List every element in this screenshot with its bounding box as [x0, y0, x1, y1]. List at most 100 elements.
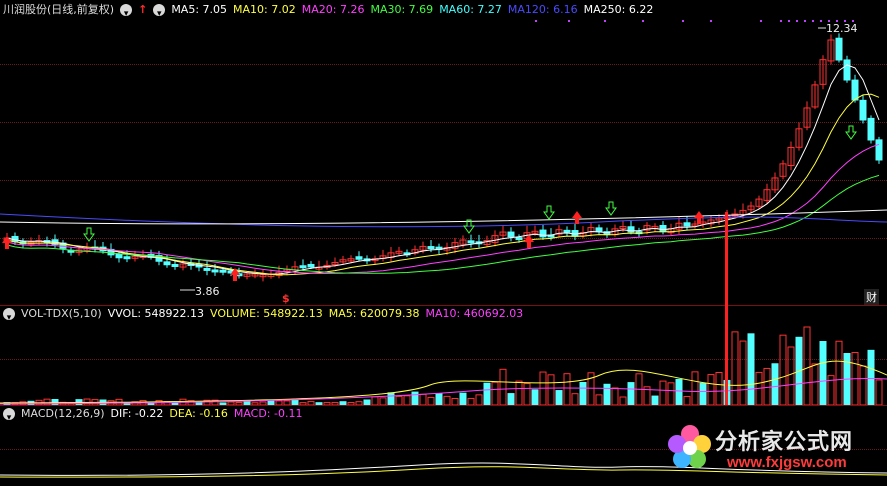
- volume-bar: [459, 392, 467, 405]
- signal-dot: [760, 20, 762, 22]
- volume-bar: [859, 365, 867, 405]
- sell-arrow-icon: [605, 201, 617, 216]
- volume-bar: [731, 331, 739, 405]
- candle-body: [507, 231, 515, 238]
- volume-chart[interactable]: [0, 305, 887, 405]
- sell-arrow-icon: [543, 205, 555, 220]
- signal-dot: [788, 20, 790, 22]
- candle-body: [659, 224, 667, 233]
- volume-bar: [515, 380, 523, 405]
- signal-dot: [820, 20, 822, 22]
- candle-body: [595, 227, 603, 233]
- volume-bar: [507, 393, 515, 405]
- volume-bar: [619, 396, 627, 405]
- macd-panel[interactable]: ▾ MACD(12,26,9) DIF: -0.22 DEA: -0.16 MA…: [0, 405, 887, 486]
- candle-body: [563, 229, 571, 233]
- volume-bar: [787, 346, 795, 405]
- volume-bar: [523, 383, 531, 405]
- volume-bar: [531, 389, 539, 405]
- candle-body: [307, 263, 315, 268]
- volume-bar: [779, 334, 787, 405]
- volume-bar: [579, 381, 587, 405]
- candle-body: [115, 253, 123, 259]
- high-price-label: 12.34: [826, 22, 858, 35]
- volume-bar: [739, 340, 747, 405]
- volume-bar: [499, 368, 507, 405]
- volume-bar: [547, 374, 555, 405]
- volume-bar: [411, 391, 419, 405]
- buy-arrow-icon: [572, 211, 582, 224]
- candle-body: [851, 79, 859, 101]
- signal-dot: [682, 20, 684, 22]
- signal-dot: [710, 20, 712, 22]
- volume-bar: [387, 392, 395, 405]
- volume-bar: [395, 395, 403, 405]
- volume-bar: [835, 340, 843, 405]
- candle-body: [203, 267, 211, 271]
- candlestick-chart[interactable]: [0, 0, 887, 305]
- candle-body: [875, 139, 883, 161]
- candle-body: [515, 237, 523, 241]
- candle-body: [539, 229, 547, 238]
- volume-bar: [475, 394, 483, 405]
- flower-logo-icon: [668, 425, 711, 468]
- price-panel[interactable]: 川润股份(日线,前复权) ▾ ↑ ▾ MA5: 7.05 MA10: 7.02 …: [0, 0, 887, 305]
- candle-body: [859, 99, 867, 121]
- candle-body: [171, 263, 179, 267]
- volume-bar: [571, 393, 579, 405]
- sell-arrow-icon: [83, 227, 95, 242]
- candle-body: [123, 256, 131, 260]
- candle-body: [683, 222, 691, 227]
- sell-arrow-icon: [845, 125, 857, 140]
- buy-arrow-icon: [524, 235, 534, 248]
- volume-bar: [811, 363, 819, 405]
- candle-body: [427, 246, 435, 250]
- watermark-name: 分析家公式网: [715, 430, 854, 455]
- volume-bar: [771, 363, 779, 405]
- volume-bar: [683, 395, 691, 405]
- signal-dot: [780, 20, 782, 22]
- watermark-url: www.fxjgsw.com: [727, 454, 847, 471]
- signal-dot: [604, 20, 606, 22]
- candle-body: [467, 240, 475, 244]
- volume-bar: [715, 371, 723, 405]
- ma5-line: [6, 64, 880, 275]
- volume-bar: [419, 393, 427, 405]
- signal-dot: [796, 20, 798, 22]
- candle-body: [835, 37, 843, 61]
- volume-bar: [611, 387, 619, 405]
- volume-bar: [699, 382, 707, 405]
- volume-bar: [491, 381, 499, 405]
- volume-bar: [555, 390, 563, 405]
- volume-bar: [427, 396, 435, 405]
- volume-bar: [371, 396, 379, 405]
- volume-bar: [563, 373, 571, 405]
- volume-panel[interactable]: ▾ VOL-TDX(5,10) VVOL: 548922.13 VOLUME: …: [0, 305, 887, 405]
- volume-bar: [747, 333, 755, 405]
- signal-dot: [804, 20, 806, 22]
- volume-bar: [707, 374, 715, 405]
- finance-mark[interactable]: 财: [864, 289, 879, 305]
- volume-bar: [435, 393, 443, 405]
- volume-bar: [691, 371, 699, 405]
- candle-body: [299, 265, 307, 269]
- candle-body: [163, 261, 171, 266]
- ma120-line: [0, 213, 887, 228]
- low-price-label: 3.86: [195, 285, 220, 298]
- signal-dot: [568, 20, 570, 22]
- volume-bar: [627, 382, 635, 405]
- volume-bar: [667, 382, 675, 405]
- volume-bar: [379, 397, 387, 405]
- volume-bar: [595, 394, 603, 405]
- candle-body: [867, 117, 875, 141]
- candle-body: [211, 269, 219, 273]
- signal-dot: [535, 20, 537, 22]
- ma10-line: [6, 93, 880, 276]
- volume-spike-marker: [725, 212, 728, 405]
- volume-bar: [875, 379, 883, 405]
- site-watermark: 分析家公式网 www.fxjgsw.com: [667, 420, 877, 480]
- volume-bar: [443, 395, 451, 405]
- signal-dot: [642, 20, 644, 22]
- volume-bar: [803, 326, 811, 405]
- candle-body: [219, 269, 227, 273]
